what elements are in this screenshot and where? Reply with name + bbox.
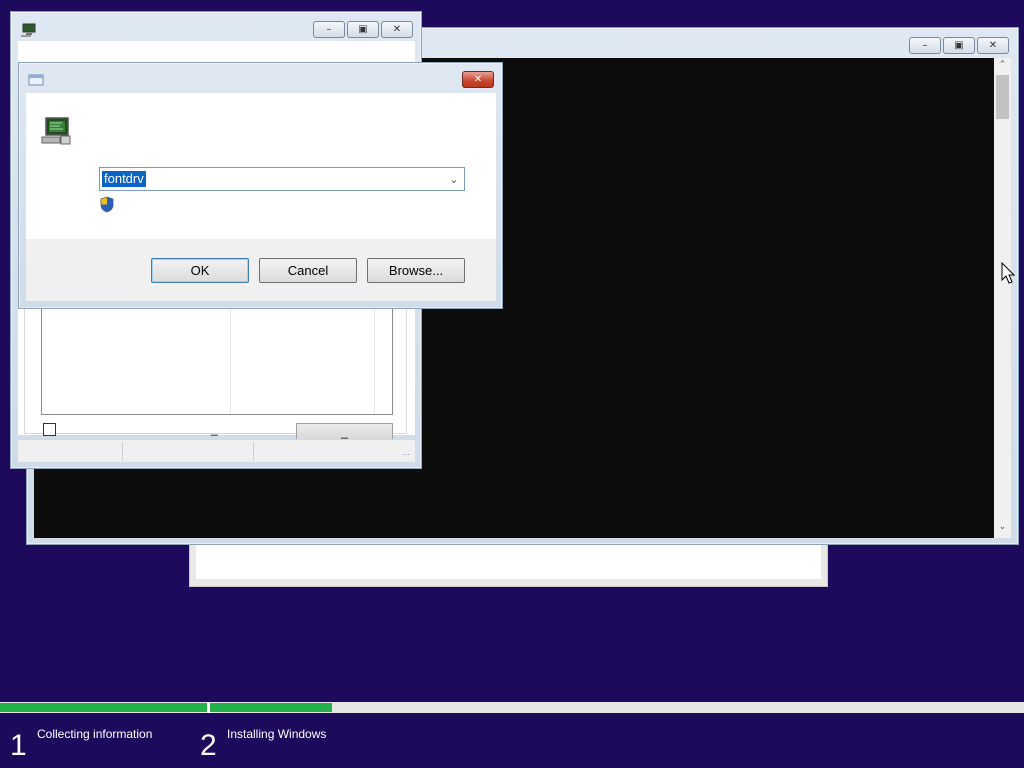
cancel-button[interactable]: Cancel: [259, 258, 357, 283]
console-maximize-button[interactable]: ▣: [943, 37, 975, 54]
console-scrollbar-thumb[interactable]: [996, 75, 1009, 119]
step-2-number: 2: [200, 729, 217, 762]
tool-checkbox[interactable]: [43, 423, 56, 436]
console-close-button[interactable]: ✕: [977, 37, 1009, 54]
status-divider: [122, 442, 123, 461]
ok-button-label: OK: [190, 263, 210, 278]
maximize-icon: ▣: [358, 24, 368, 35]
scroll-down-icon[interactable]: ⌄: [994, 522, 1011, 536]
run-icon: [28, 74, 44, 86]
cancel-button-label: Cancel: [287, 263, 329, 278]
setup-progress-segment-1: [0, 703, 207, 712]
minimize-icon: –: [326, 24, 332, 35]
list-column-divider: [374, 308, 375, 414]
run-dialog-button-area: OK Cancel Browse...: [26, 239, 496, 301]
tool-status-bar: ⋯: [18, 439, 415, 462]
browse-button[interactable]: Browse...: [367, 258, 465, 283]
setup-panel: [189, 540, 828, 587]
ok-button[interactable]: OK: [151, 258, 249, 283]
maximize-icon: ▣: [954, 40, 964, 51]
step-1-number: 1: [10, 729, 27, 762]
tool-close-button[interactable]: ✕: [381, 21, 413, 38]
tool-minimize-button[interactable]: –: [313, 21, 345, 38]
chevron-down-icon[interactable]: ⌄: [447, 170, 461, 188]
run-close-button[interactable]: ✕: [462, 71, 494, 88]
setup-panel-inner: [196, 545, 821, 579]
computer-icon: [21, 23, 36, 37]
step-1-label: Collecting information: [37, 727, 153, 741]
tool-list-view[interactable]: [41, 307, 393, 415]
list-column-divider: [230, 308, 231, 414]
close-icon: ✕: [473, 74, 483, 85]
step-2-label: Installing Windows: [227, 727, 327, 741]
run-dialog: ✕ fontdrv ⌄ OK Cancel Browse...: [18, 62, 503, 309]
tool-underscore-label: _: [211, 422, 218, 436]
resize-grip-icon[interactable]: ⋯: [402, 450, 412, 460]
uac-shield-icon: [100, 196, 114, 213]
minimize-icon: –: [922, 40, 928, 51]
setup-progress-track: [0, 702, 1024, 713]
close-icon: ✕: [392, 24, 402, 35]
console-scrollbar[interactable]: ⌃ ⌄: [994, 58, 1011, 538]
scroll-up-icon[interactable]: ⌃: [994, 60, 1011, 74]
run-dialog-content: fontdrv ⌄: [26, 93, 496, 239]
close-icon: ✕: [988, 40, 998, 51]
setup-progress-segment-2: [210, 703, 1024, 712]
tool-maximize-button[interactable]: ▣: [347, 21, 379, 38]
setup-progress-fill-1: [0, 703, 207, 712]
run-command-input[interactable]: fontdrv: [102, 171, 146, 187]
browse-button-label: Browse...: [388, 263, 444, 278]
setup-progress-fill-2: [210, 703, 333, 712]
mouse-cursor-icon: [1001, 262, 1016, 284]
status-divider: [253, 442, 254, 461]
computer-program-icon: [41, 117, 71, 145]
tool-small-button-label: _: [341, 425, 348, 439]
console-minimize-button[interactable]: –: [909, 37, 941, 54]
run-command-combobox[interactable]: fontdrv ⌄: [99, 167, 465, 191]
